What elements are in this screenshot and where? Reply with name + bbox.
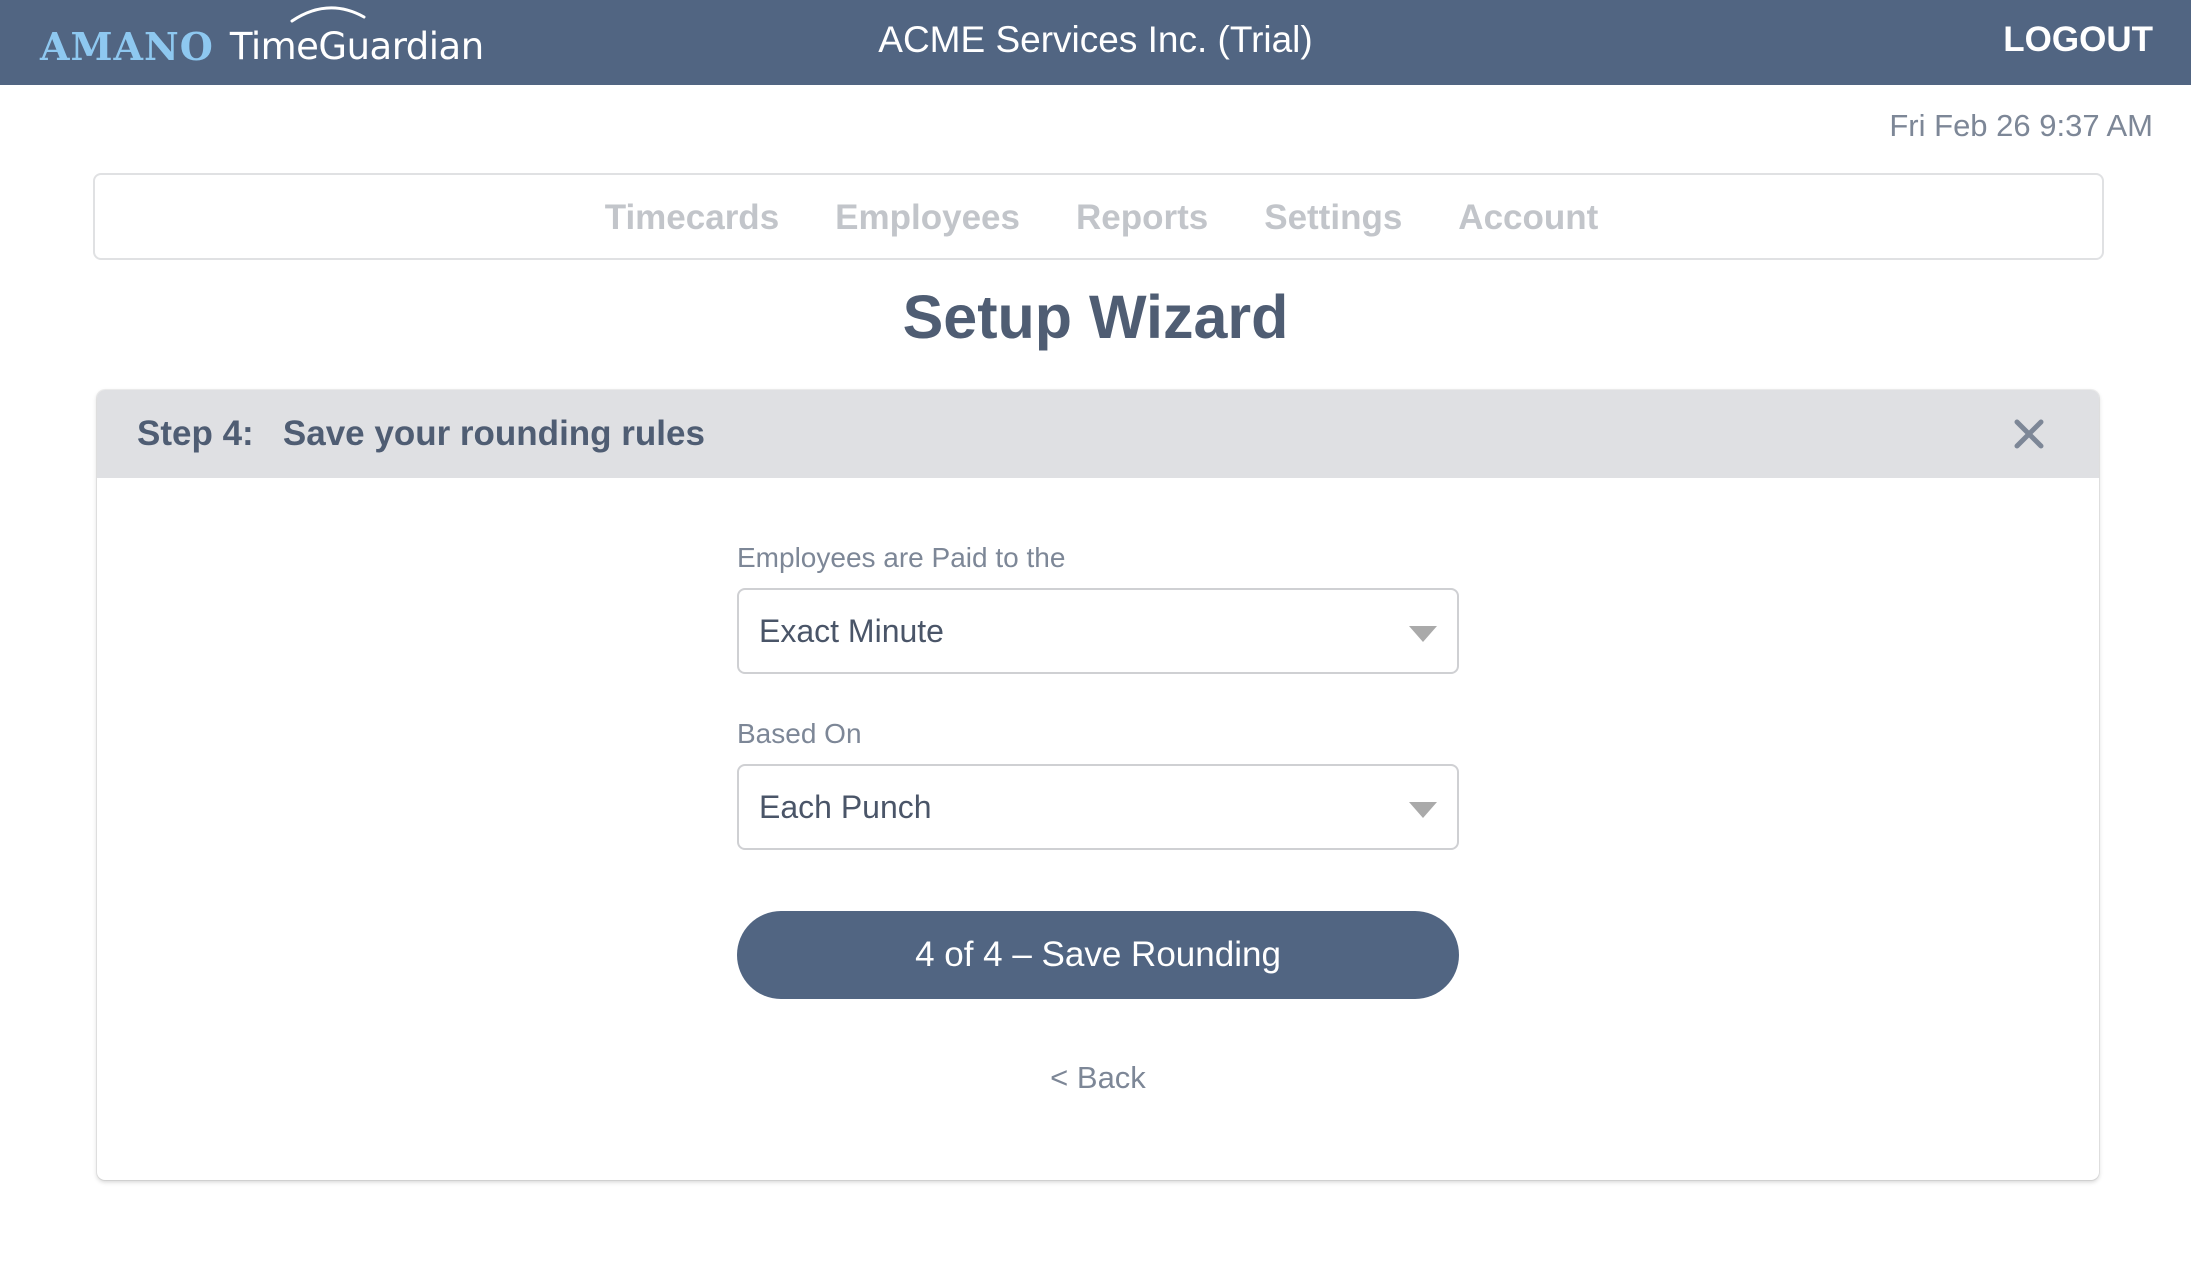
main-nav: Timecards Employees Reports Settings Acc… — [93, 173, 2104, 260]
based-on-select[interactable]: Each Punch — [737, 764, 1459, 850]
wizard-card-header: Step 4: Save your rounding rules — [97, 390, 2099, 478]
wizard-step-title: Save your rounding rules — [282, 414, 705, 453]
current-datetime: Fri Feb 26 9:37 AM — [1889, 108, 2153, 143]
paid-to-label: Employees are Paid to the — [737, 542, 1066, 573]
paid-to-select[interactable]: Exact Minute — [737, 588, 1459, 674]
logo-product: TimeGuardian — [229, 25, 484, 68]
based-on-label: Based On — [737, 718, 862, 749]
page-title: Setup Wizard — [902, 283, 1289, 351]
logo-brand: AMANO — [40, 24, 214, 69]
back-link[interactable]: < Back — [737, 1060, 1459, 1096]
wizard-card: Step 4: Save your rounding rules Employe… — [97, 390, 2099, 1180]
paid-to-select-value: Exact Minute — [759, 613, 944, 649]
logo-product-wrapper: TimeGuardian — [229, 6, 484, 68]
nav-item-account[interactable]: Account — [1458, 198, 1598, 238]
chevron-down-icon — [1409, 802, 1437, 818]
app-logo[interactable]: AMANO TimeGuardian — [40, 0, 484, 85]
based-on-select-value: Each Punch — [759, 789, 932, 825]
top-bar: AMANO TimeGuardian ACME Services Inc. (T… — [0, 0, 2191, 85]
nav-item-timecards[interactable]: Timecards — [605, 198, 779, 238]
chevron-down-icon — [1409, 626, 1437, 642]
nav-item-settings[interactable]: Settings — [1264, 198, 1402, 238]
nav-item-reports[interactable]: Reports — [1076, 198, 1208, 238]
wizard-step-label: Step 4: — [137, 414, 254, 453]
logout-button[interactable]: LOGOUT — [2003, 0, 2153, 85]
logo-arc-icon — [290, 6, 366, 23]
nav-item-employees[interactable]: Employees — [835, 198, 1020, 238]
wizard-step-heading: Step 4: Save your rounding rules — [137, 390, 705, 478]
close-icon[interactable] — [2011, 416, 2047, 452]
save-rounding-button[interactable]: 4 of 4 – Save Rounding — [737, 911, 1459, 999]
